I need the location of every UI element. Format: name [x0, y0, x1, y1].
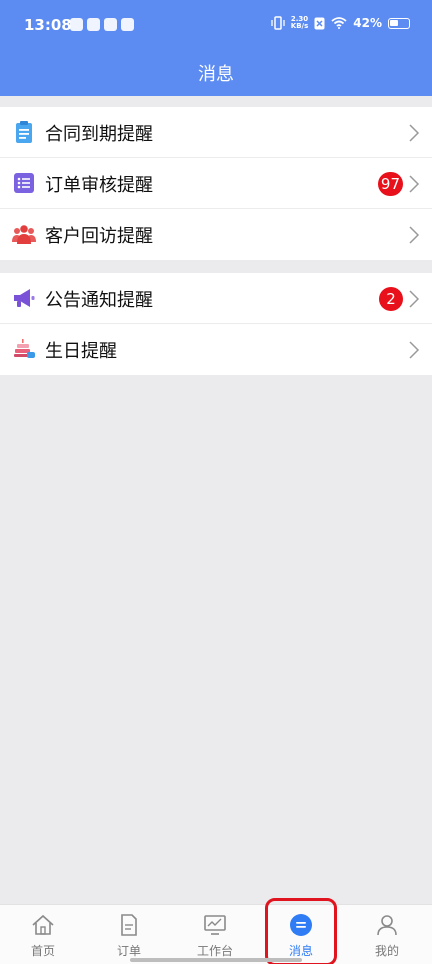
notification-icons	[70, 18, 134, 31]
network-speed-unit: KB/s	[290, 22, 309, 30]
page-title: 消息	[198, 64, 234, 85]
list-item-contract-expiry[interactable]: 合同到期提醒	[0, 107, 432, 158]
clipboard-icon	[16, 121, 32, 143]
tab-label: 工作台	[196, 944, 233, 958]
status-bar: 13:08 2.30 KB/s 42%	[0, 0, 432, 50]
list-item-announcement[interactable]: 公告通知提醒 2	[0, 273, 432, 324]
reminder-group-2: 公告通知提醒 2 生日提醒	[0, 273, 432, 375]
chevron-right-icon	[409, 341, 420, 359]
tab-label: 订单	[116, 944, 141, 958]
people-icon	[12, 225, 36, 244]
document-icon	[121, 914, 137, 936]
cake-icon	[14, 339, 35, 358]
chevron-right-icon	[409, 290, 420, 308]
tab-workbench[interactable]: 工作台	[172, 905, 258, 964]
network-speed: 2.30 KB/s	[291, 16, 308, 30]
game-app-icon	[87, 18, 100, 31]
battery-percent: 42%	[353, 16, 382, 30]
list-item-birthday[interactable]: 生日提醒	[0, 324, 432, 375]
chevron-right-icon	[409, 175, 420, 193]
monitor-chart-icon	[204, 915, 226, 935]
status-indicators: 2.30 KB/s 42%	[271, 16, 410, 30]
app-header: 13:08 2.30 KB/s 42% 消息	[0, 0, 432, 96]
home-icon	[32, 914, 54, 935]
vibrate-icon	[271, 16, 285, 30]
reminder-group-1: 合同到期提醒 订单审核提醒 97 客户回访提醒	[0, 107, 432, 260]
list-item-label: 合同到期提醒	[45, 124, 153, 145]
wifi-icon	[331, 17, 347, 29]
list-item-label: 客户回访提醒	[45, 226, 153, 247]
home-indicator[interactable]	[130, 958, 302, 962]
chevron-right-icon	[409, 124, 420, 142]
status-time: 13:08	[24, 16, 72, 34]
weibo-app-icon	[70, 18, 83, 31]
unread-count-badge: 97	[377, 172, 403, 196]
list-icon	[14, 173, 34, 193]
link-app-icon	[104, 18, 117, 31]
list-item-order-review[interactable]: 订单审核提醒 97	[0, 158, 432, 209]
battery-icon	[388, 17, 410, 29]
store-app-icon	[121, 18, 134, 31]
megaphone-icon	[14, 289, 35, 307]
list-item-label: 公告通知提醒	[45, 290, 153, 311]
highlight-box	[265, 898, 337, 964]
no-sim-icon	[314, 17, 325, 29]
chevron-right-icon	[409, 226, 420, 244]
tab-label: 我的	[374, 944, 399, 958]
list-item-label: 生日提醒	[45, 341, 117, 362]
tab-label: 首页	[30, 944, 55, 958]
unread-count-badge: 2	[379, 287, 403, 311]
list-item-customer-revisit[interactable]: 客户回访提醒	[0, 209, 432, 260]
user-icon	[377, 915, 397, 936]
list-item-label: 订单审核提醒	[45, 175, 153, 196]
bottom-tab-bar: 首页 订单 工作台 消息 我的	[0, 904, 432, 964]
tab-home[interactable]: 首页	[0, 905, 86, 964]
tab-orders[interactable]: 订单	[86, 905, 172, 964]
tab-me[interactable]: 我的	[344, 905, 430, 964]
